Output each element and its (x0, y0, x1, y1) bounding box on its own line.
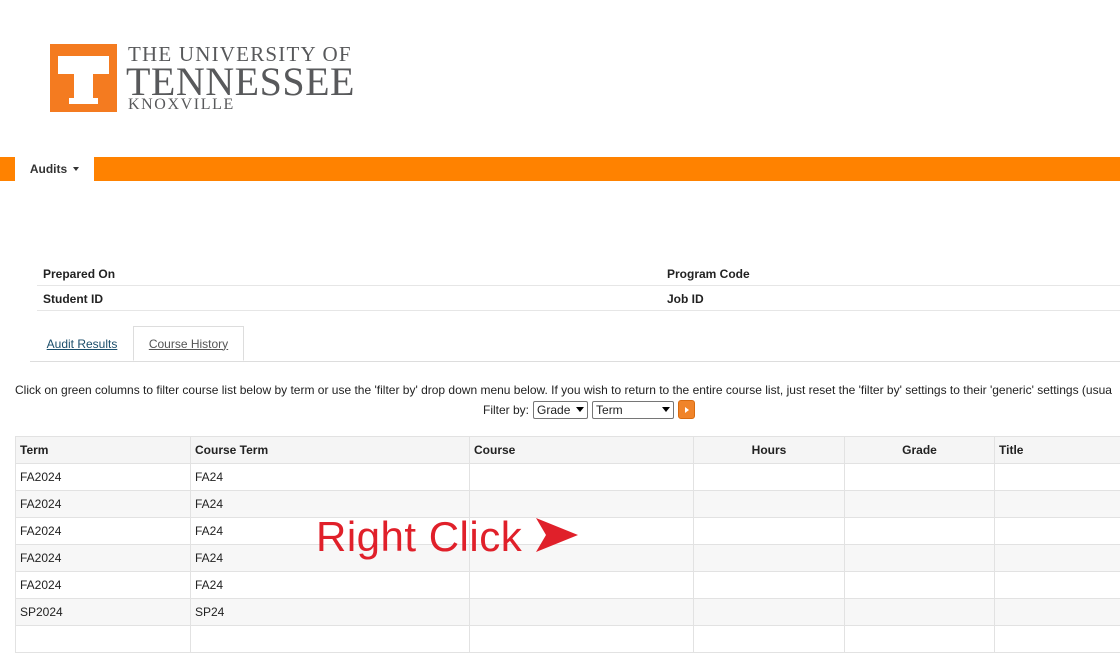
audit-info-table: Prepared On Program Code Student ID Job … (37, 261, 1120, 311)
title-cell (995, 518, 1120, 545)
course-term-cell[interactable] (191, 626, 470, 653)
hours-cell (694, 572, 845, 599)
term-cell[interactable]: FA2024 (16, 572, 191, 599)
course-cell (470, 572, 694, 599)
hours-cell (694, 518, 845, 545)
table-row[interactable] (16, 626, 1120, 653)
grade-cell (845, 464, 995, 491)
power-t-logo-icon (50, 44, 117, 112)
info-row: Prepared On Program Code (37, 261, 1120, 286)
table-header-row: Term Course Term Course Hours Grade Titl… (16, 437, 1120, 464)
chevron-down-icon (662, 407, 670, 412)
column-header-course-term[interactable]: Course Term (191, 437, 470, 464)
term-cell[interactable] (16, 626, 191, 653)
term-select-value: Term (596, 403, 623, 417)
table-row[interactable]: FA2024 FA24 (16, 572, 1120, 599)
tab-course-history[interactable]: Course History (133, 326, 244, 361)
play-arrow-icon (685, 407, 689, 413)
chevron-down-icon (576, 407, 584, 412)
column-header-term[interactable]: Term (16, 437, 191, 464)
tab-audit-results[interactable]: Audit Results (30, 326, 134, 361)
column-header-grade[interactable]: Grade (845, 437, 995, 464)
filter-by-label: Filter by: (483, 403, 529, 417)
course-term-cell[interactable]: FA24 (191, 464, 470, 491)
column-header-title[interactable]: Title (995, 437, 1120, 464)
term-filter-select[interactable]: Term (592, 401, 674, 419)
job-id-label: Job ID (667, 292, 704, 306)
term-cell[interactable]: FA2024 (16, 464, 191, 491)
grade-cell (845, 491, 995, 518)
grade-cell (845, 626, 995, 653)
annotation-text: Right Click (316, 513, 522, 561)
course-cell (470, 626, 694, 653)
course-cell (470, 464, 694, 491)
column-header-course[interactable]: Course (470, 437, 694, 464)
course-cell (470, 599, 694, 626)
grade-filter-select[interactable]: Grade (533, 401, 588, 419)
apply-filter-button[interactable] (678, 400, 695, 419)
table-row[interactable]: FA2024 FA24 (16, 464, 1120, 491)
prepared-on-label: Prepared On (43, 267, 115, 281)
logo-line-3: KNOXVILLE (128, 96, 235, 114)
term-cell[interactable]: FA2024 (16, 545, 191, 572)
table-row[interactable]: SP2024 SP24 (16, 599, 1120, 626)
column-header-hours[interactable]: Hours (694, 437, 845, 464)
grade-cell (845, 572, 995, 599)
hours-cell (694, 626, 845, 653)
hours-cell (694, 491, 845, 518)
grade-cell (845, 518, 995, 545)
term-cell[interactable]: SP2024 (16, 599, 191, 626)
audits-menu-button[interactable]: Audits (15, 157, 94, 181)
title-cell (995, 464, 1120, 491)
filter-instructions: Click on green columns to filter course … (15, 383, 1120, 397)
title-cell (995, 572, 1120, 599)
right-click-annotation: Right Click (316, 512, 578, 562)
top-nav-bar: Audits (0, 157, 1120, 181)
arrow-right-icon (536, 518, 578, 557)
grade-cell (845, 599, 995, 626)
student-id-label: Student ID (43, 292, 103, 306)
audit-tabs: Audit Results Course History (30, 326, 1120, 362)
title-cell (995, 626, 1120, 653)
term-cell[interactable]: FA2024 (16, 491, 191, 518)
term-cell[interactable]: FA2024 (16, 518, 191, 545)
hours-cell (694, 545, 845, 572)
hours-cell (694, 464, 845, 491)
grade-select-value: Grade (537, 403, 570, 417)
title-cell (995, 599, 1120, 626)
course-term-cell[interactable]: FA24 (191, 572, 470, 599)
grade-cell (845, 545, 995, 572)
title-cell (995, 491, 1120, 518)
title-cell (995, 545, 1120, 572)
chevron-down-icon (73, 167, 79, 171)
filter-bar: Filter by: Grade Term (483, 400, 695, 419)
audits-menu-label: Audits (30, 162, 67, 176)
hours-cell (694, 599, 845, 626)
course-term-cell[interactable]: SP24 (191, 599, 470, 626)
program-code-label: Program Code (667, 267, 750, 281)
info-row: Student ID Job ID (37, 286, 1120, 311)
